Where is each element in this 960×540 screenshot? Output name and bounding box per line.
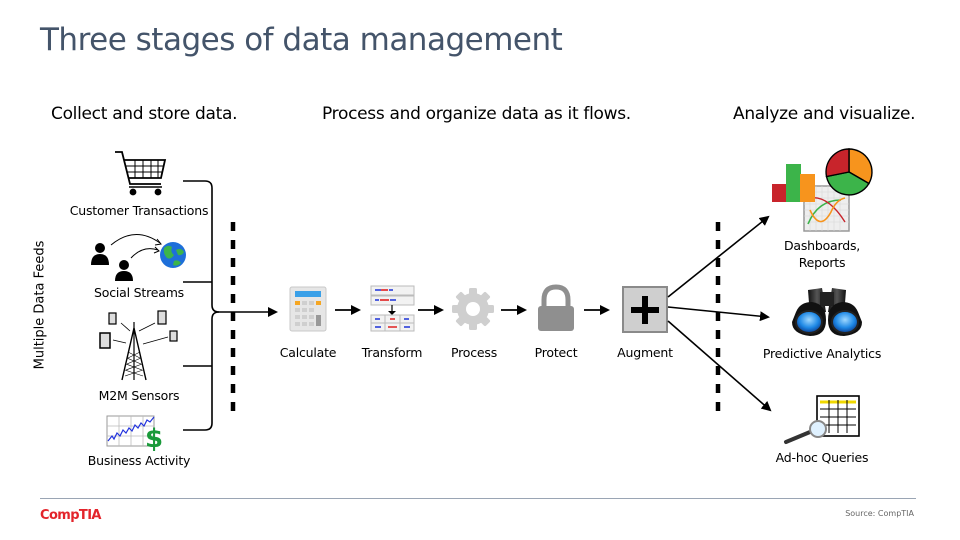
dashboard-charts-icon <box>772 148 873 232</box>
step-label-protect: Protect <box>534 345 578 360</box>
source-label-social-streams: Social Streams <box>94 285 184 300</box>
comptia-logo: CompTIA <box>40 508 101 523</box>
table-transform-icon <box>370 285 415 332</box>
grid-magnifier-icon <box>784 395 860 444</box>
gear-icon <box>452 288 494 330</box>
binoculars-icon <box>792 288 862 336</box>
stock-chart-dollar-icon: $ <box>106 415 163 454</box>
footer-divider <box>40 498 916 499</box>
svg-text:$: $ <box>145 424 163 454</box>
plus-box-icon <box>622 286 668 333</box>
step-label-process: Process <box>450 345 498 360</box>
output-label-adhoc-queries: Ad-hoc Queries <box>775 450 869 465</box>
cell-tower-devices-icon <box>99 310 178 381</box>
output-label-predictive-analytics: Predictive Analytics <box>762 346 882 361</box>
step-label-augment: Augment <box>617 345 673 360</box>
people-globe-icon <box>91 234 186 281</box>
step-label-transform: Transform <box>361 345 423 360</box>
source-label-business-activity: Business Activity <box>87 453 191 468</box>
source-label-m2m-sensors: M2M Sensors <box>98 388 180 403</box>
lock-icon <box>538 284 574 331</box>
source-label-customer-transactions: Customer Transactions <box>69 203 209 218</box>
output-label-dashboards: Dashboards, <box>783 238 861 253</box>
shopping-cart-icon <box>115 151 167 196</box>
calculator-icon <box>289 286 327 332</box>
step-label-calculate: Calculate <box>279 345 337 360</box>
source-citation: Source: CompTIA <box>845 509 914 518</box>
collect-bracket <box>183 180 278 431</box>
output-label-reports: Reports <box>798 255 846 270</box>
